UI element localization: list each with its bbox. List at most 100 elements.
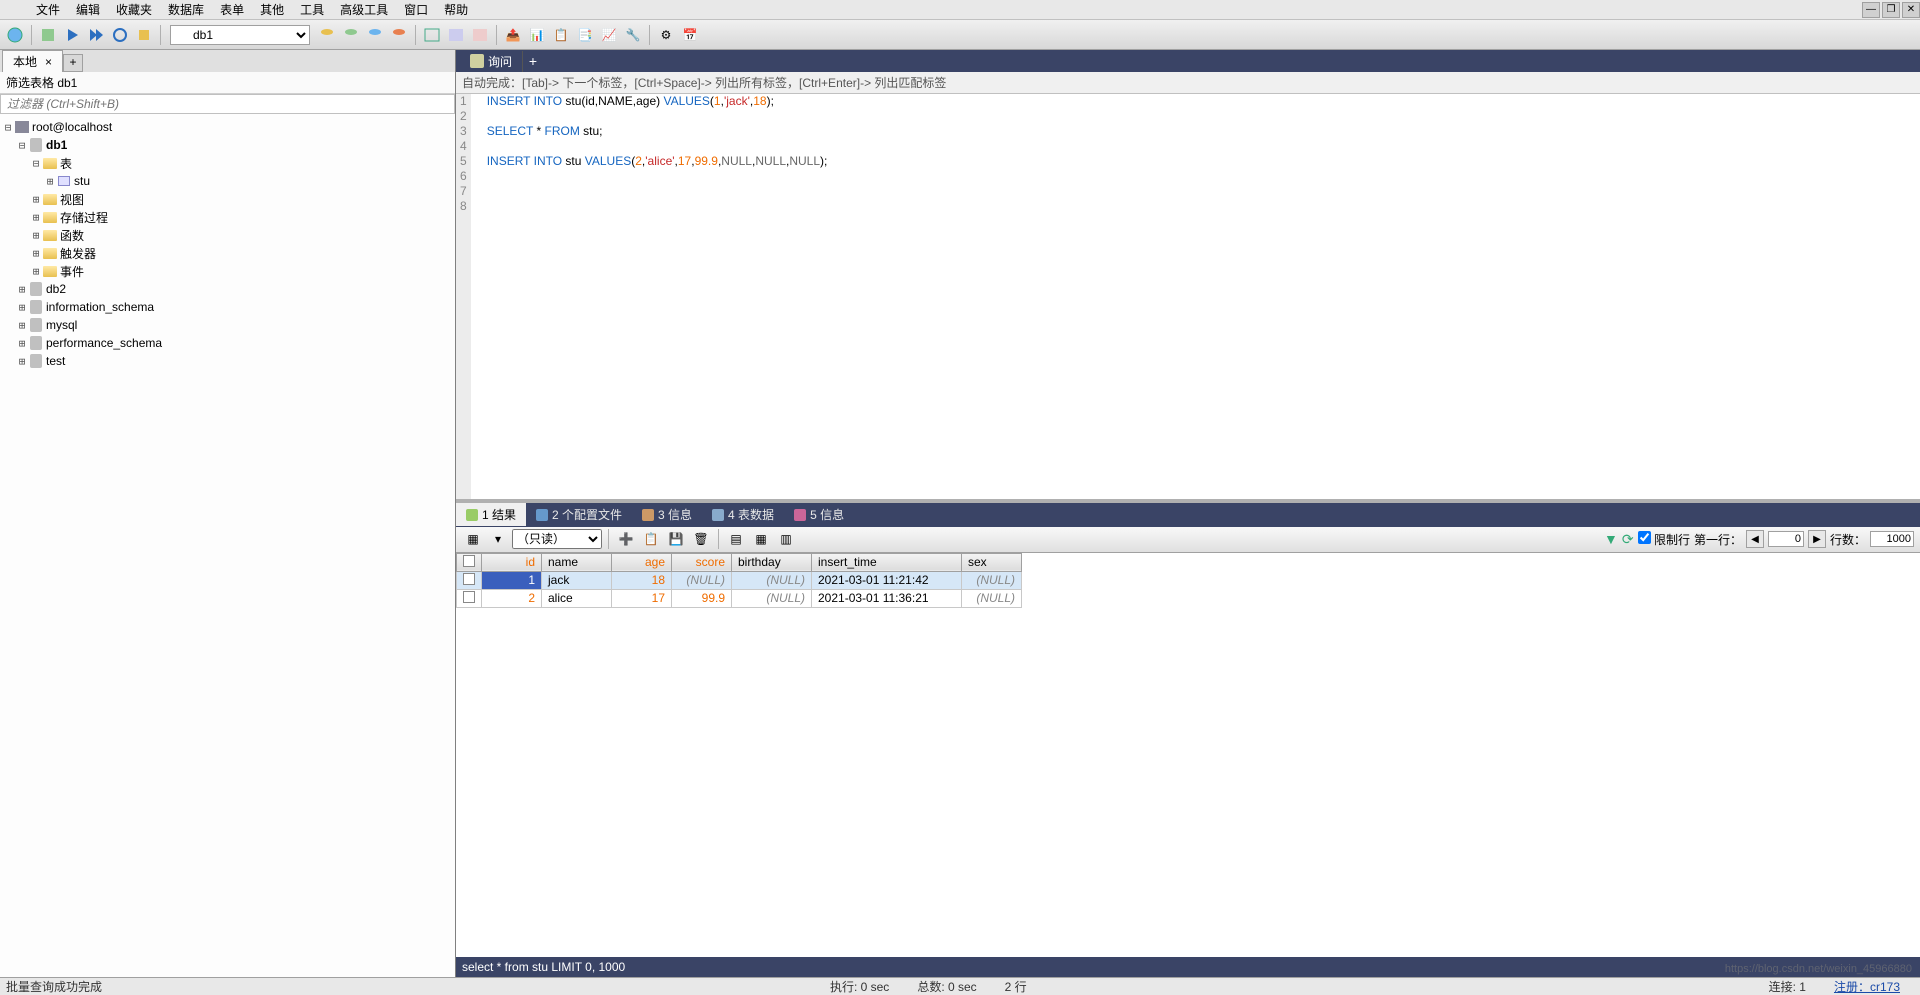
menu-window[interactable]: 窗口 [396, 0, 436, 20]
maximize-button[interactable]: ❐ [1882, 2, 1900, 18]
status-reg[interactable]: 注册：cr173 [1820, 978, 1914, 995]
result-tab-3[interactable]: 3 信息 [632, 503, 702, 526]
expander-icon[interactable]: ⊞ [30, 193, 42, 206]
result-tab-2[interactable]: 2 个配置文件 [526, 503, 632, 526]
cell[interactable]: (NULL) [672, 571, 732, 589]
cell[interactable]: 2 [482, 589, 542, 607]
menu-database[interactable]: 数据库 [160, 0, 212, 20]
tools-icon[interactable] [133, 24, 155, 46]
menu-edit[interactable]: 编辑 [68, 0, 108, 20]
export-icon-4[interactable]: 📑 [574, 24, 596, 46]
tree-db[interactable]: performance_schema [46, 336, 162, 350]
expander-icon[interactable]: ⊞ [30, 265, 42, 278]
tree-events[interactable]: 事件 [60, 263, 84, 280]
export-icon-6[interactable]: 🔧 [622, 24, 644, 46]
sql-editor[interactable]: 1 2 3 4 5 6 7 8 INSERT INTO stu(id,NAME,… [456, 94, 1920, 499]
cell[interactable]: (NULL) [732, 571, 812, 589]
filter-input[interactable] [0, 94, 455, 114]
export-icon-3[interactable]: 📋 [550, 24, 572, 46]
tree-triggers[interactable]: 触发器 [60, 245, 96, 262]
cell[interactable]: 2021-03-01 11:36:21 [812, 589, 962, 607]
result-table[interactable]: id name age score birthday insert_time s… [456, 553, 1022, 608]
expander-icon[interactable]: ⊞ [16, 355, 28, 368]
tree-db[interactable]: mysql [46, 318, 77, 332]
limit-checkbox[interactable]: 限制行 [1638, 531, 1690, 548]
tree-db[interactable]: information_schema [46, 300, 154, 314]
readonly-select[interactable]: （只读） [512, 529, 602, 549]
expander-icon[interactable]: ⊟ [30, 157, 42, 170]
view-icon-2[interactable]: ▦ [750, 528, 772, 550]
col-age[interactable]: age [612, 553, 672, 571]
first-row-input[interactable] [1768, 531, 1804, 547]
cell[interactable]: 99.9 [672, 589, 732, 607]
expander-icon[interactable]: ⊟ [16, 139, 28, 152]
expander-icon[interactable]: ⊟ [2, 121, 14, 134]
checkbox[interactable] [463, 573, 475, 585]
menu-file[interactable]: 文件 [28, 0, 68, 20]
tree-server[interactable]: root@localhost [32, 120, 112, 134]
minimize-button[interactable]: — [1862, 2, 1880, 18]
view-icon-1[interactable]: ▤ [725, 528, 747, 550]
cell[interactable]: 17 [612, 589, 672, 607]
tree-db[interactable]: db2 [46, 282, 66, 296]
tree-table-stu[interactable]: stu [74, 174, 90, 188]
cell[interactable]: 18 [612, 571, 672, 589]
prev-page-button[interactable]: ◀ [1746, 530, 1764, 548]
misc-icon-2[interactable]: 📅 [679, 24, 701, 46]
expander-icon[interactable]: ⊞ [16, 337, 28, 350]
checkbox[interactable] [463, 591, 475, 603]
table-icon-1[interactable] [421, 24, 443, 46]
tree-db[interactable]: test [46, 354, 65, 368]
result-tab-1[interactable]: 1 结果 [456, 503, 526, 526]
cell[interactable]: (NULL) [962, 571, 1022, 589]
export-icon-1[interactable]: 📤 [502, 24, 524, 46]
refresh-result-icon[interactable]: ⟳ [1622, 531, 1634, 548]
add-query-tab-button[interactable]: + [523, 53, 543, 69]
delete-icon[interactable]: 🗑 [690, 528, 712, 550]
tree-tables[interactable]: 表 [60, 155, 72, 172]
cell[interactable]: alice [542, 589, 612, 607]
result-tab-4[interactable]: 4 表数据 [702, 503, 784, 526]
sql-code[interactable]: INSERT INTO stu(id,NAME,age) VALUES(1,'j… [471, 94, 834, 499]
col-id[interactable]: id [482, 553, 542, 571]
next-page-button[interactable]: ▶ [1808, 530, 1826, 548]
tree-procs[interactable]: 存储过程 [60, 209, 108, 226]
db-icon-2[interactable] [340, 24, 362, 46]
col-birthday[interactable]: birthday [732, 553, 812, 571]
tree-views[interactable]: 视图 [60, 191, 84, 208]
execute-icon[interactable] [61, 24, 83, 46]
refresh-icon[interactable] [109, 24, 131, 46]
menu-table[interactable]: 表单 [212, 0, 252, 20]
cell[interactable]: (NULL) [962, 589, 1022, 607]
export-icon-5[interactable]: 📈 [598, 24, 620, 46]
table-icon-2[interactable] [445, 24, 467, 46]
expander-icon[interactable]: ⊞ [30, 229, 42, 242]
misc-icon-1[interactable]: ⚙ [655, 24, 677, 46]
menu-favorites[interactable]: 收藏夹 [108, 0, 160, 20]
save-icon[interactable]: 💾 [665, 528, 687, 550]
database-selector[interactable]: db1 [170, 25, 310, 45]
execute-all-icon[interactable] [85, 24, 107, 46]
new-connection-icon[interactable] [4, 24, 26, 46]
export-icon-2[interactable]: 📊 [526, 24, 548, 46]
db-icon-1[interactable] [316, 24, 338, 46]
checkbox-all[interactable] [463, 555, 475, 567]
table-icon-3[interactable] [469, 24, 491, 46]
result-tab-5[interactable]: 5 信息 [784, 503, 854, 526]
cell[interactable]: (NULL) [732, 589, 812, 607]
add-row-icon[interactable]: ➕ [615, 528, 637, 550]
cell[interactable]: 2021-03-01 11:21:42 [812, 571, 962, 589]
close-icon[interactable]: × [45, 55, 52, 69]
close-button[interactable]: ✕ [1902, 2, 1920, 18]
table-row[interactable]: 2 alice 17 99.9 (NULL) 2021-03-01 11:36:… [457, 589, 1022, 607]
tree-funcs[interactable]: 函数 [60, 227, 84, 244]
dropdown-icon[interactable]: ▾ [487, 528, 509, 550]
db-icon-3[interactable] [364, 24, 386, 46]
menu-other[interactable]: 其他 [252, 0, 292, 20]
expander-icon[interactable]: ⊞ [30, 247, 42, 260]
copy-row-icon[interactable]: 📋 [640, 528, 662, 550]
expander-icon[interactable]: ⊞ [44, 175, 56, 188]
menu-tools[interactable]: 工具 [292, 0, 332, 20]
expander-icon[interactable]: ⊞ [16, 301, 28, 314]
add-tab-button[interactable]: + [63, 54, 83, 72]
